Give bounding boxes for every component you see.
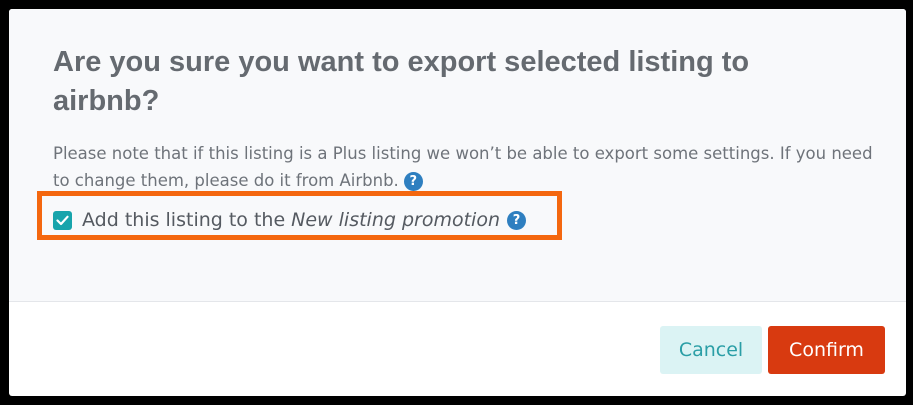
- checkmark-icon: [56, 215, 69, 225]
- promotion-label: Add this listing to the: [82, 209, 286, 231]
- dialog-note: Please note that if this listing is a Pl…: [53, 140, 873, 194]
- promotion-name: New listing promotion: [291, 209, 500, 231]
- confirm-button[interactable]: Confirm: [768, 326, 885, 374]
- export-confirm-dialog: Are you sure you want to export selected…: [9, 9, 906, 396]
- promotion-option[interactable]: Add this listing to the New listing prom…: [53, 206, 526, 234]
- note-text: Please note that if this listing is a Pl…: [53, 144, 873, 190]
- question-circle-icon[interactable]: ?: [507, 210, 526, 230]
- promotion-checkbox[interactable]: [53, 210, 72, 230]
- dialog-body: Are you sure you want to export selected…: [9, 9, 906, 302]
- cancel-button[interactable]: Cancel: [660, 326, 762, 374]
- question-circle-icon[interactable]: ?: [403, 172, 423, 191]
- dialog-title: Are you sure you want to export selected…: [53, 46, 750, 117]
